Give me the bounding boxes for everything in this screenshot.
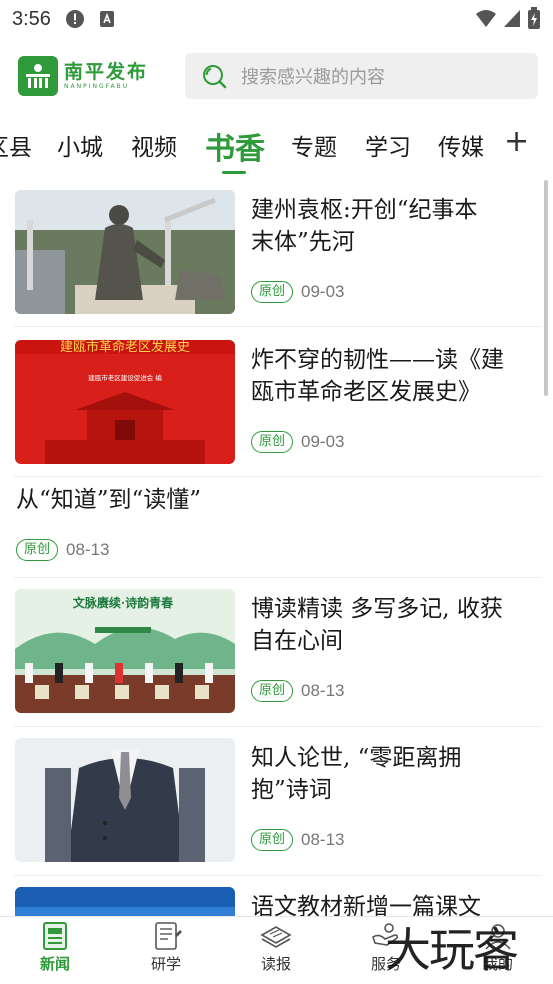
news-item[interactable]: 建瓯市革命老区发展史 建瓯市老区建设促进会 编 炸不穿的韧性——读《建 瓯市革命… (14, 330, 541, 477)
nav-study[interactable]: 研学 (126, 921, 206, 974)
app-notification-icon (99, 11, 114, 27)
original-badge: 原创 (16, 539, 59, 561)
tab-media[interactable]: 传媒 (438, 128, 484, 162)
news-thumbnail (15, 738, 235, 862)
tab-video[interactable]: 视频 (131, 128, 177, 162)
news-date: 08-13 (301, 830, 345, 849)
app-header: 南平发布 NANPINGFABU 搜索感兴趣的内容 (0, 46, 553, 106)
status-time: 3:56 (12, 7, 51, 30)
nav-label: 新闻 (39, 955, 70, 973)
tab-book-fragrance[interactable]: 书香 (205, 124, 265, 168)
status-bar: 3:56 (0, 0, 553, 38)
news-thumbnail: 建瓯市革命老区发展史 建瓯市老区建设促进会 编 (15, 340, 235, 464)
news-title: 末体”先河 (251, 229, 355, 255)
news-title: 瓯市革命老区发展史》 (251, 379, 481, 405)
thumbnail-title-text: 文脉赓续·诗韵青春 (73, 595, 174, 610)
wifi-icon (476, 10, 496, 27)
signal-icon (504, 10, 520, 27)
news-title: 抱”诗词 (251, 777, 332, 803)
search-icon (203, 65, 227, 89)
original-badge: 原创 (251, 281, 294, 303)
watermark: 大玩客 (385, 923, 519, 977)
tab-study[interactable]: 学习 (365, 128, 411, 162)
nav-label: 研学 (150, 955, 181, 973)
news-date: 09-03 (301, 432, 345, 451)
news-item[interactable]: 从“知道”到“读懂” 原创 08-13 (14, 478, 541, 578)
news-title: 炸不穿的韧性——读《建 (251, 347, 504, 373)
search-input[interactable]: 搜索感兴趣的内容 (185, 53, 538, 99)
category-tabs: 区县 小城 视频 书香 专题 学习 传媒 + (0, 118, 553, 174)
newspaper-icon (43, 922, 67, 950)
original-badge: 原创 (251, 829, 294, 851)
news-item[interactable]: 语文教材新增一篇课文 (14, 877, 541, 916)
nav-label: 读报 (260, 955, 291, 973)
active-tab-indicator (222, 171, 246, 174)
news-list: 建州袁枢:开创“纪事本 末体”先河 原创 09-03 建瓯市革命老区发展史 建瓯… (0, 180, 553, 916)
logo-subtitle: NANPINGFABU (64, 83, 130, 90)
news-thumbnail (15, 190, 235, 314)
news-title: 语文教材新增一篇课文 (251, 894, 481, 916)
app-logo[interactable]: 南平发布 NANPINGFABU (18, 54, 158, 98)
tab-small-city[interactable]: 小城 (57, 128, 103, 162)
news-date: 08-13 (301, 681, 345, 700)
thumbnail-title-text: 建瓯市革命老区发展史 (60, 340, 190, 355)
thumbnail-caption-text: 建瓯市老区建设促进会 编 (88, 373, 162, 382)
news-item[interactable]: 知人论世, “零距离拥 抱”诗词 原创 08-13 (14, 728, 541, 876)
news-thumbnail (15, 887, 235, 916)
logo-title: 南平发布 (64, 61, 149, 83)
logo-emblem-icon (18, 56, 58, 96)
notebook-icon (155, 922, 182, 950)
alert-icon (65, 10, 84, 28)
scrollbar[interactable] (544, 180, 548, 396)
news-title: 建州袁枢:开创“纪事本 (251, 197, 478, 223)
original-badge: 原创 (251, 431, 294, 453)
news-item[interactable]: 建州袁枢:开创“纪事本 末体”先河 原创 09-03 (14, 180, 541, 327)
tab-districts[interactable]: 区县 (0, 128, 32, 162)
news-date: 08-13 (66, 540, 110, 559)
battery-icon (528, 7, 540, 29)
news-title: 博读精读 多写多记, 收获 (251, 596, 503, 622)
news-thumbnail: 文脉赓续·诗韵青春 (15, 589, 235, 713)
original-badge: 原创 (251, 680, 294, 702)
news-title: 从“知道”到“读懂” (16, 487, 202, 513)
add-tab-button[interactable]: + (504, 124, 529, 159)
reading-icon (260, 926, 292, 948)
nav-read-paper[interactable]: 读报 (236, 921, 316, 974)
tab-special-topics[interactable]: 专题 (291, 128, 337, 162)
search-placeholder: 搜索感兴趣的内容 (241, 67, 385, 88)
news-title: 知人论世, “零距离拥 (251, 745, 462, 771)
news-title: 自在心间 (251, 628, 343, 654)
news-item[interactable]: 文脉赓续·诗韵青春 博读精读 多写多记, 收获 自在心间 原创 08-13 (14, 579, 541, 727)
news-date: 09-03 (301, 282, 345, 301)
nav-news[interactable]: 新闻 (15, 921, 95, 974)
